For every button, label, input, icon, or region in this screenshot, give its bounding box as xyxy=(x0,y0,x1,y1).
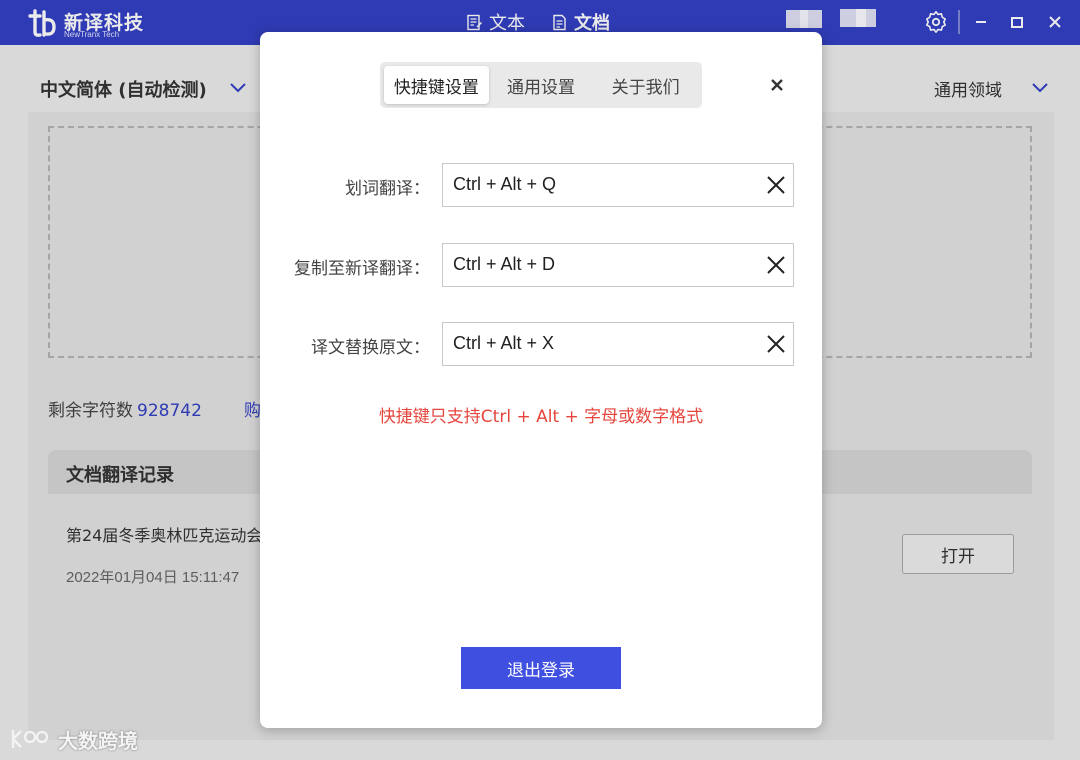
watermark: 大数跨境 xyxy=(10,724,138,754)
shortcut-value: Ctrl + Alt + D xyxy=(453,254,556,274)
shortcut-field-copy-translate[interactable]: Ctrl + Alt + D xyxy=(442,243,794,287)
shortcut-field-replace-source[interactable]: Ctrl + Alt + X xyxy=(442,322,794,366)
shortcut-value: Ctrl + Alt + X xyxy=(453,333,555,353)
shortcut-label-select-translate: 划词翻译： xyxy=(345,179,430,199)
tab-general-settings[interactable]: 通用设置 xyxy=(489,66,594,104)
clear-icon[interactable] xyxy=(765,174,787,196)
settings-tabs: 快捷键设置 通用设置 关于我们 xyxy=(380,62,702,108)
shortcut-label-replace-source: 译文替换原文： xyxy=(311,338,430,358)
tab-about-us[interactable]: 关于我们 xyxy=(593,66,698,104)
watermark-text: 大数跨境 xyxy=(58,728,138,753)
watermark-logo-icon xyxy=(11,730,49,748)
dialog-close-icon[interactable] xyxy=(766,74,788,96)
tab-shortcut-settings[interactable]: 快捷键设置 xyxy=(384,66,489,104)
shortcut-label-copy-translate: 复制至新译翻译： xyxy=(294,259,430,279)
settings-dialog: 快捷键设置 通用设置 关于我们 划词翻译： Ctrl + Alt + Q 复制至… xyxy=(260,32,822,728)
clear-icon[interactable] xyxy=(765,254,787,276)
clear-icon[interactable] xyxy=(765,333,787,355)
logout-button[interactable]: 退出登录 xyxy=(461,647,621,689)
shortcut-field-select-translate[interactable]: Ctrl + Alt + Q xyxy=(442,163,794,207)
shortcut-format-hint: 快捷键只支持Ctrl + Alt + 字母或数字格式 xyxy=(378,407,704,427)
shortcut-value: Ctrl + Alt + Q xyxy=(453,174,557,194)
